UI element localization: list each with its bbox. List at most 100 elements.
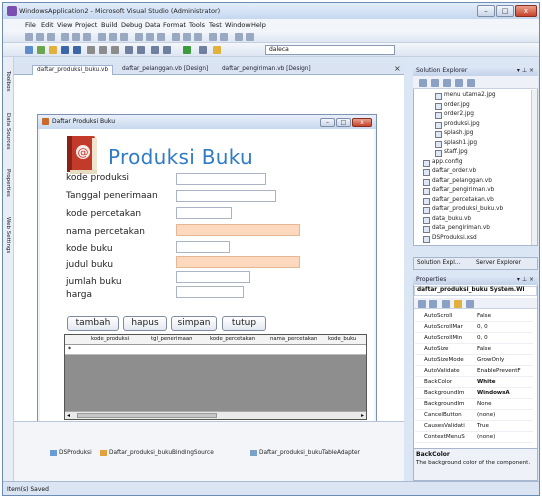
property-value[interactable]: True xyxy=(477,423,489,429)
make-same-width-icon[interactable] xyxy=(98,33,106,41)
navigate-forward-icon[interactable] xyxy=(163,46,171,54)
show-all-files-icon[interactable] xyxy=(431,79,439,87)
property-row[interactable]: BackgroundIm WindowsA xyxy=(415,389,533,399)
scroll-right-icon[interactable]: ▸ xyxy=(361,412,364,419)
form-maximize-button[interactable]: □ xyxy=(336,118,351,127)
save-icon[interactable] xyxy=(61,46,69,54)
start-debugging-icon[interactable] xyxy=(183,46,191,54)
solution-tree-item[interactable]: daftar_percetakan.vb xyxy=(432,197,494,203)
properties-icon[interactable] xyxy=(419,79,427,87)
view-code-icon[interactable] xyxy=(455,79,463,87)
make-same-size-icon[interactable] xyxy=(120,33,128,41)
align-rights-icon[interactable] xyxy=(47,33,55,41)
solution-tree-item[interactable]: daftar_produksi_buku.vb xyxy=(432,206,503,212)
simpan-button[interactable]: simpan xyxy=(171,316,217,331)
lock-controls-icon[interactable] xyxy=(246,33,254,41)
close-button[interactable]: x xyxy=(515,5,537,17)
menu-project[interactable]: Project xyxy=(75,21,97,29)
kode-produksi-input[interactable] xyxy=(176,173,266,185)
tutup-button[interactable]: tutup xyxy=(222,316,266,331)
property-value[interactable]: False xyxy=(477,313,491,319)
menu-edit[interactable]: Edit xyxy=(41,21,54,29)
grid-col-kode-buku[interactable]: kode_buku xyxy=(328,336,356,342)
minimize-button[interactable]: – xyxy=(477,5,495,17)
property-value[interactable]: EnablePreventF xyxy=(477,368,521,374)
solution-tree-item[interactable]: splash.jpg xyxy=(444,130,473,136)
menu-format[interactable]: Format xyxy=(163,21,186,29)
property-value[interactable]: White xyxy=(477,379,496,385)
nama-percetakan-input[interactable] xyxy=(176,224,300,236)
close-document-icon[interactable]: × xyxy=(394,64,401,73)
events-icon[interactable] xyxy=(454,300,462,308)
data-grid[interactable]: kode_produksi tgl_penerimaan kode_percet… xyxy=(64,334,367,420)
property-row[interactable]: CausesValidati True xyxy=(415,422,533,432)
align-lefts-icon[interactable] xyxy=(25,33,33,41)
menu-data[interactable]: Data xyxy=(145,21,161,29)
tray-dsproduksi[interactable]: DSProduksi xyxy=(59,450,92,456)
tab-daftar-pelanggan-design[interactable]: daftar_pelanggan.vb [Design] xyxy=(118,65,212,75)
menu-build[interactable]: Build xyxy=(101,21,117,29)
property-value[interactable]: WindowsA xyxy=(477,390,510,396)
find-in-files-icon[interactable] xyxy=(213,46,221,54)
solution-tree-item[interactable]: staff.jpg xyxy=(444,149,468,155)
open-folder-icon[interactable] xyxy=(49,46,57,54)
redo-icon[interactable] xyxy=(137,46,145,54)
tray-table-adapter[interactable]: Daftar_produksi_bukuTableAdapter xyxy=(259,450,360,456)
tab-order-icon[interactable] xyxy=(235,33,243,41)
add-new-item-icon[interactable] xyxy=(25,46,33,54)
judul-buku-input[interactable] xyxy=(176,256,300,268)
solution-explorer-scrollbar[interactable] xyxy=(531,90,537,245)
properties-tab[interactable]: Properties xyxy=(5,169,11,197)
data-sources-tab[interactable]: Data Sources xyxy=(5,113,11,150)
property-pages-icon[interactable] xyxy=(466,300,474,308)
property-row[interactable]: AutoSize False xyxy=(415,345,533,355)
solution-tree-item[interactable]: produksi.jpg xyxy=(444,121,480,127)
find-icon[interactable] xyxy=(199,46,207,54)
property-row[interactable]: AutoScrollMar 0, 0 xyxy=(415,323,533,333)
paste-icon[interactable] xyxy=(111,46,119,54)
grid-col-nama-percetakan[interactable]: nama_percetakan xyxy=(270,336,317,342)
copy-icon[interactable] xyxy=(99,46,107,54)
undo-icon[interactable] xyxy=(125,46,133,54)
property-value[interactable]: (none) xyxy=(477,434,495,440)
grid-col-kode-percetakan[interactable]: kode_percetakan xyxy=(210,336,255,342)
property-row[interactable]: AutoValidate EnablePreventF xyxy=(415,367,533,377)
property-value[interactable]: 0, 0 xyxy=(477,335,488,341)
toolbox-tab[interactable]: Toolbox xyxy=(5,71,11,92)
solution-tree-item[interactable]: data_buku.vb xyxy=(432,216,471,222)
solution-tree-item[interactable]: daftar_order.vb xyxy=(432,168,476,174)
kode-percetakan-input[interactable] xyxy=(176,207,232,219)
navigate-backward-icon[interactable] xyxy=(151,46,159,54)
align-bottoms-icon[interactable] xyxy=(83,33,91,41)
kode-buku-input[interactable] xyxy=(176,241,230,253)
maximize-button[interactable]: □ xyxy=(496,5,514,17)
grid-col-kode-produksi[interactable]: kode_produksi xyxy=(91,336,129,342)
property-value[interactable]: None xyxy=(477,401,492,407)
property-row[interactable]: BackgroundIm None xyxy=(415,400,533,410)
menu-help[interactable]: Help xyxy=(251,21,266,29)
save-all-icon[interactable] xyxy=(73,46,81,54)
properties-view-icon[interactable] xyxy=(442,300,450,308)
property-value[interactable]: 0, 0 xyxy=(477,324,488,330)
align-centers-icon[interactable] xyxy=(36,33,44,41)
solution-tree-item[interactable]: daftar_pengiriman.vb xyxy=(432,187,494,193)
solution-tree-item[interactable]: menu utama2.jpg xyxy=(444,92,496,98)
categorized-icon[interactable] xyxy=(418,300,426,308)
bring-to-front-icon[interactable] xyxy=(209,33,217,41)
solution-tree-item[interactable]: daftar_pelanggan.vb xyxy=(432,178,492,184)
property-row[interactable]: AutoSizeMode GrowOnly xyxy=(415,356,533,366)
tray-binding-source[interactable]: Daftar_produksi_bukuBindingSource xyxy=(109,450,214,456)
menu-test[interactable]: Test xyxy=(209,21,222,29)
scroll-thumb[interactable] xyxy=(77,413,217,418)
web-settings-tab[interactable]: Web Settings xyxy=(5,217,11,253)
properties-pin-icon[interactable]: ▾ ⊥ × xyxy=(517,275,534,285)
cut-icon[interactable] xyxy=(87,46,95,54)
solution-tree-item[interactable]: DSProduksi.xsd xyxy=(432,235,477,241)
align-middles-icon[interactable] xyxy=(72,33,80,41)
property-row[interactable]: AutoScroll False xyxy=(415,312,533,322)
grid-horizontal-scrollbar[interactable]: ◂ ▸ xyxy=(65,411,366,419)
view-designer-icon[interactable] xyxy=(467,79,475,87)
tambah-button[interactable]: tambah xyxy=(67,316,119,331)
solution-tree-item[interactable]: data_pengiriman.vb xyxy=(432,225,490,231)
grid-new-row[interactable]: * xyxy=(65,345,366,355)
